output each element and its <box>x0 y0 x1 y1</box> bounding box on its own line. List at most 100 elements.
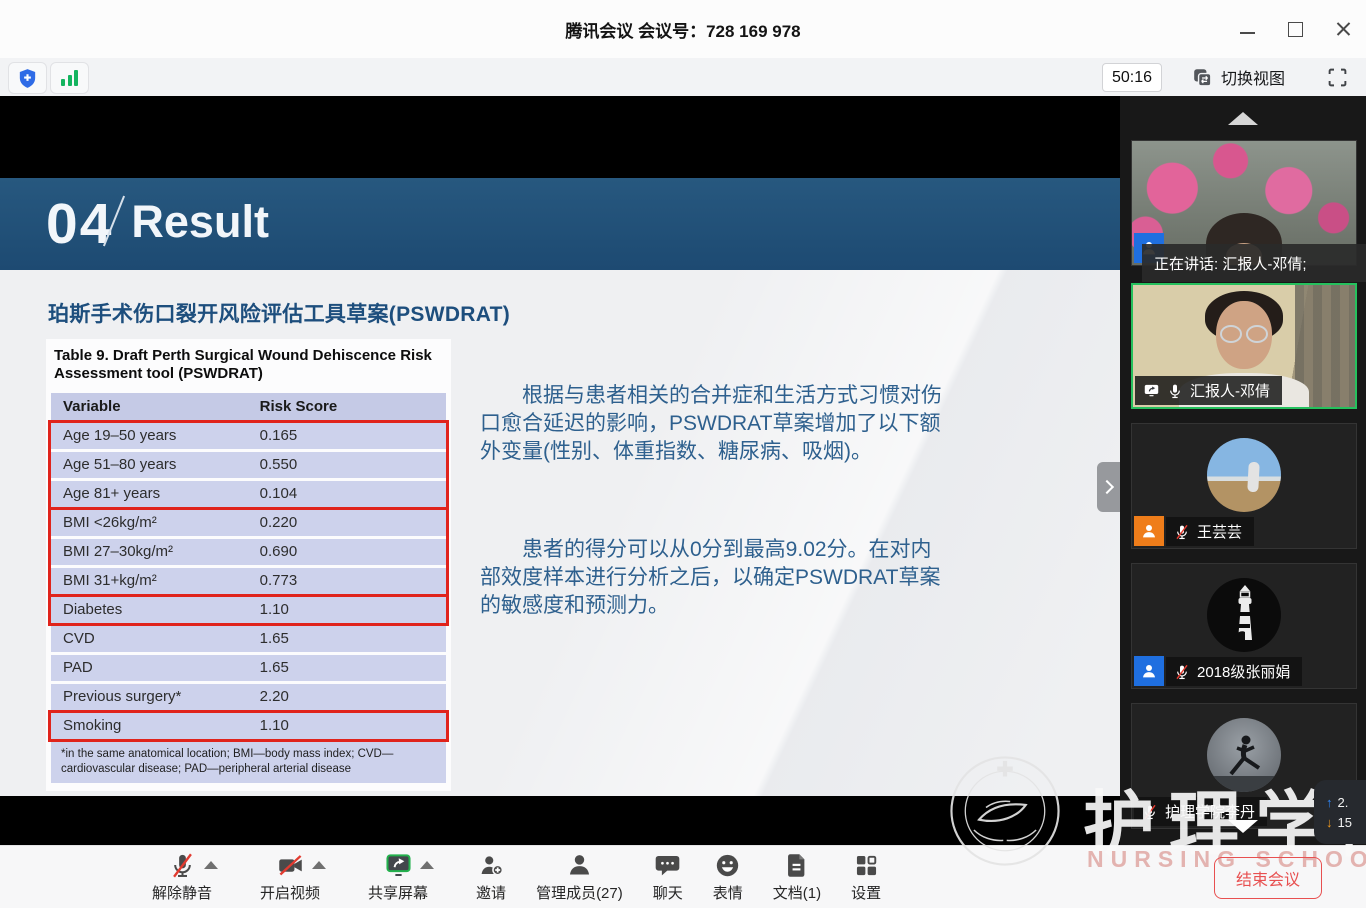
toolbar-item-label: 聊天 <box>653 882 683 903</box>
speaker-glasses <box>1218 325 1270 341</box>
avatar <box>1207 578 1281 652</box>
score-cell: 0.550 <box>260 456 434 473</box>
close-icon <box>1336 22 1351 37</box>
toolbar-item-label: 文档(1) <box>773 882 821 903</box>
chevron-right-icon <box>1100 480 1114 494</box>
bottom-toolbar: 解除静音 开启视频 共享屏幕 邀请管理成员(27) 聊天 表情 文档(1) 设置 结束会议 <box>0 845 1366 908</box>
avatar <box>1207 718 1281 792</box>
mic-muted-icon <box>1174 524 1190 540</box>
variable-cell: Previous surgery* <box>63 688 260 705</box>
emoji-button[interactable]: 表情 <box>713 852 743 903</box>
chat-icon <box>654 852 681 879</box>
toolbar-item-label: 开启视频 <box>260 882 320 903</box>
document-button[interactable]: 文档(1) <box>773 852 821 903</box>
window-title: 腾讯会议 会议号：728 169 978 <box>0 0 1366 58</box>
screen-share-button[interactable]: 共享屏幕 <box>368 852 428 903</box>
toolbar-item-label: 解除静音 <box>152 882 212 903</box>
toolbar-item-label: 共享屏幕 <box>368 882 428 903</box>
slide-paragraph-2: 患者的得分可以从0分到最高9.02分。在对内部效度样本进行分析之后，以确定PSW… <box>480 536 948 620</box>
minimize-button[interactable] <box>1238 20 1256 38</box>
screen-share-icon <box>385 852 412 879</box>
slide-next-arrow[interactable] <box>1097 462 1120 512</box>
video-tile-speaker[interactable]: 汇报人-邓倩 <box>1131 283 1357 409</box>
close-button[interactable] <box>1334 20 1352 38</box>
score-cell: 1.10 <box>260 601 434 618</box>
scroll-up-arrow[interactable] <box>1228 112 1258 125</box>
meeting-timer: 50:16 <box>1102 63 1162 92</box>
table-group-highlighted: Smoking1.10 <box>51 713 446 739</box>
table-row: Previous surgery*2.20 <box>51 684 446 710</box>
maximize-icon <box>1288 22 1303 37</box>
participant-name: 王芸芸 <box>1197 521 1242 542</box>
lighthouse-avatar-icon <box>1207 578 1281 652</box>
participant-name: 护理学院李丹 <box>1165 801 1255 822</box>
variable-cell: BMI <26kg/m² <box>63 514 260 531</box>
emoji-icon <box>714 852 741 879</box>
participants-sidebar: 正在讲话: 汇报人-邓倩; 汇报人-邓倩 <box>1120 96 1366 845</box>
video-tile-participant[interactable]: 王芸芸 <box>1131 423 1357 549</box>
person-icon <box>1140 662 1158 680</box>
jumping-person-avatar-icon <box>1207 718 1281 792</box>
network-quality-button[interactable] <box>50 62 89 94</box>
toolbar-item-label: 设置 <box>851 882 881 903</box>
score-cell: 1.65 <box>260 659 434 676</box>
score-cell: 1.65 <box>260 630 434 647</box>
members-button[interactable]: 管理成员(27) <box>536 852 623 903</box>
invite-button[interactable]: 邀请 <box>476 852 506 903</box>
shared-screen-area: 04 Result 珀斯手术伤口裂开风险评估工具草案(PSWDRAT) Tabl… <box>0 96 1120 845</box>
security-shield-button[interactable] <box>8 62 47 94</box>
meeting-status-bar: 50:16 切换视图 <box>0 58 1366 96</box>
participant-nameplate: 王芸芸 <box>1166 517 1254 546</box>
caret-up-icon[interactable] <box>312 861 326 869</box>
table-group: CVD1.65PAD1.65Previous surgery*2.20 <box>51 626 446 710</box>
fullscreen-button[interactable] <box>1327 67 1348 88</box>
column-header-variable: Variable <box>63 398 260 415</box>
score-cell: 2.20 <box>260 688 434 705</box>
participant-name: 2018级张丽娟 <box>1197 661 1290 682</box>
camera-off-button[interactable]: 开启视频 <box>260 852 320 903</box>
variable-cell: Age 81+ years <box>63 485 260 502</box>
switch-view-button[interactable]: 切换视图 <box>1192 63 1285 91</box>
participant-name: 汇报人-邓倩 <box>1190 380 1270 401</box>
variable-cell: PAD <box>63 659 260 676</box>
participant-badge <box>1134 656 1164 686</box>
invite-icon <box>478 852 505 879</box>
maximize-button[interactable] <box>1286 20 1304 38</box>
chat-button[interactable]: 聊天 <box>653 852 683 903</box>
title-bar: 腾讯会议 会议号：728 169 978 <box>0 0 1366 59</box>
end-meeting-button[interactable]: 结束会议 <box>1214 857 1322 899</box>
slide-heading: 珀斯手术伤口裂开风险评估工具草案(PSWDRAT) <box>48 298 510 328</box>
score-cell: 0.773 <box>260 572 434 589</box>
caret-up-icon[interactable] <box>420 861 434 869</box>
caret-up-icon[interactable] <box>204 861 218 869</box>
table-row: Diabetes1.10 <box>51 597 446 623</box>
upload-arrow-icon: ↑ <box>1326 795 1333 810</box>
document-icon <box>783 852 810 879</box>
toolbar-item-label: 表情 <box>713 882 743 903</box>
switch-view-label: 切换视图 <box>1221 65 1285 89</box>
mic-muted-icon <box>1142 804 1158 820</box>
table-group-highlighted: Age 19–50 years0.165Age 51–80 years0.550… <box>51 423 446 507</box>
mic-on-icon <box>1167 383 1183 399</box>
shield-plus-icon <box>16 67 39 90</box>
table-group-highlighted: Diabetes1.10 <box>51 597 446 623</box>
variable-cell: Age 19–50 years <box>63 427 260 444</box>
scroll-down-arrow[interactable] <box>1228 820 1258 833</box>
mic-muted-button[interactable]: 解除静音 <box>152 852 212 903</box>
tencent-meeting-window: 腾讯会议 会议号：728 169 978 50:16 切 <box>0 0 1366 908</box>
slide-paragraph-1: 根据与患者相关的合并症和生活方式习惯对伤口愈合延迟的影响，PSWDRAT草案增加… <box>480 382 948 466</box>
score-cell: 0.220 <box>260 514 434 531</box>
variable-cell: Smoking <box>63 717 260 734</box>
section-title: Result <box>131 196 269 248</box>
settings-button[interactable]: 设置 <box>851 852 881 903</box>
video-tile-participant[interactable]: 2018级张丽娟 <box>1131 563 1357 689</box>
speaking-toast: 正在讲话: 汇报人-邓倩; <box>1142 244 1366 282</box>
table-row: PAD1.65 <box>51 655 446 681</box>
table-row: BMI <26kg/m²0.220 <box>51 510 446 536</box>
mic-muted-icon <box>169 852 196 879</box>
members-icon <box>566 852 593 879</box>
slide-section-banner: 04 Result <box>0 178 1120 270</box>
table-row: Smoking1.10 <box>51 713 446 739</box>
participant-nameplate: 汇报人-邓倩 <box>1135 376 1282 405</box>
score-cell: 0.165 <box>260 427 434 444</box>
